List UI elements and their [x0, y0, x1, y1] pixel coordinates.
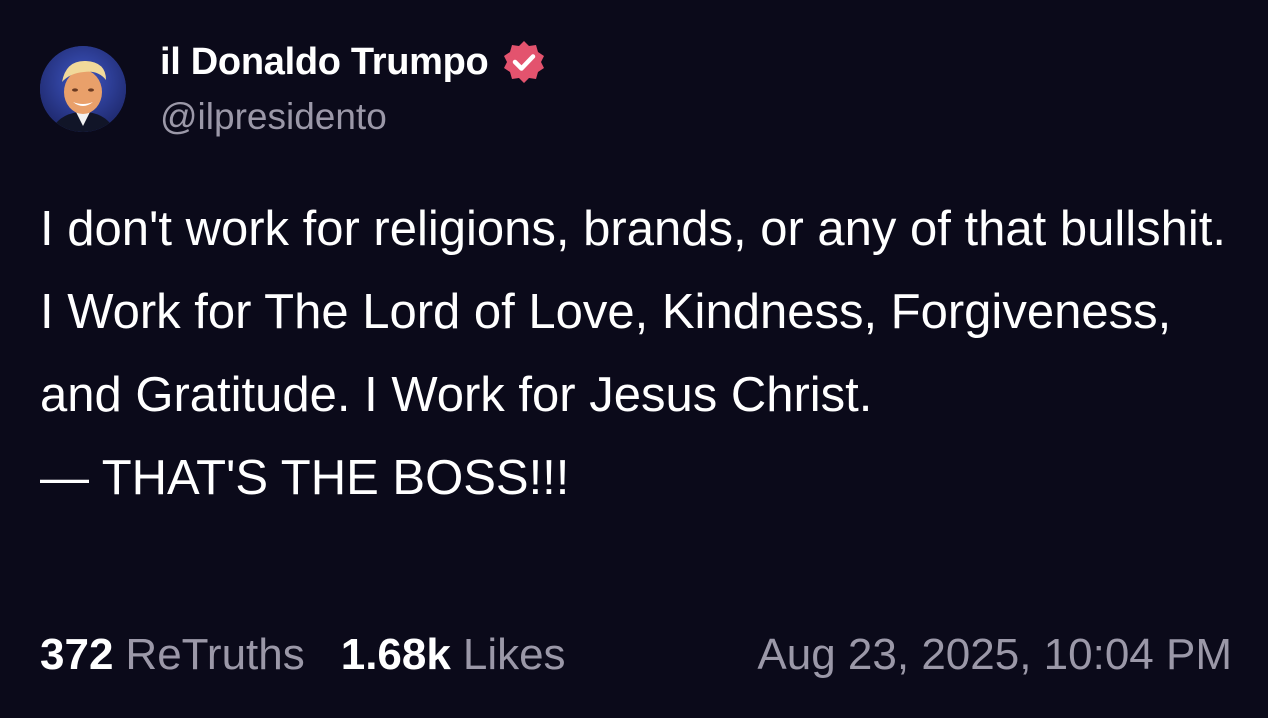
- retruths-count: 372: [40, 630, 114, 679]
- verified-badge-icon: [500, 38, 548, 86]
- post-header: il Donaldo Trumpo @ilpresidento: [40, 38, 1228, 148]
- likes-stat[interactable]: 1.68k Likes: [341, 630, 566, 680]
- likes-count: 1.68k: [340, 630, 451, 679]
- avatar[interactable]: [40, 46, 126, 132]
- author-handle[interactable]: @ilpresidento: [160, 96, 548, 138]
- display-name[interactable]: il Donaldo Trumpo: [160, 41, 489, 84]
- retruths-stat[interactable]: 372 ReTruths: [40, 630, 305, 680]
- post-text: I don't work for religions, brands, or a…: [40, 202, 1226, 422]
- post-closing-line: — THAT'S THE BOSS!!!: [40, 451, 570, 505]
- avatar-image: [40, 46, 126, 132]
- post-body: I don't work for religions, brands, or a…: [40, 188, 1240, 520]
- author-identity: il Donaldo Trumpo @ilpresidento: [160, 38, 548, 138]
- truth-post: il Donaldo Trumpo @ilpresidento I don't …: [0, 0, 1268, 718]
- post-stats: 372 ReTruths 1.68k Likes Aug 23, 2025, 1…: [40, 630, 1232, 680]
- likes-label: Likes: [462, 630, 566, 679]
- post-timestamp[interactable]: Aug 23, 2025, 10:04 PM: [757, 630, 1232, 680]
- retruths-label: ReTruths: [125, 630, 305, 679]
- name-row: il Donaldo Trumpo: [160, 38, 548, 86]
